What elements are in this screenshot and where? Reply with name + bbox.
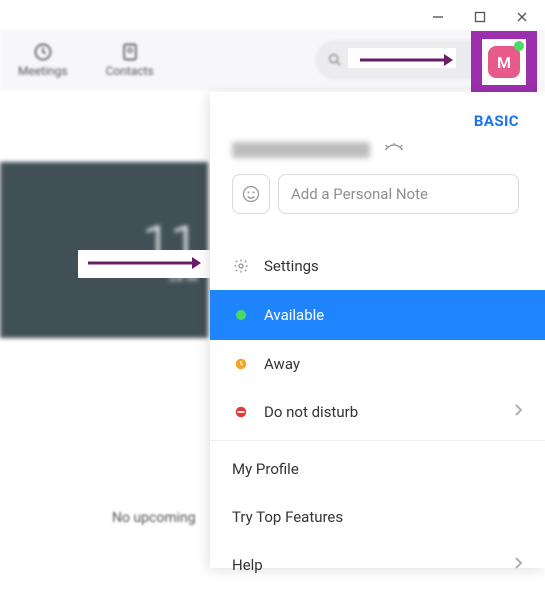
try-top-label: Try Top Features bbox=[232, 508, 343, 526]
status-dnd-label: Do not disturb bbox=[264, 403, 358, 421]
avatar-initial: M bbox=[497, 53, 511, 72]
menu-item-settings[interactable]: Settings bbox=[210, 242, 545, 290]
toolbar-contacts[interactable]: Contacts bbox=[106, 42, 154, 78]
status-away[interactable]: Away bbox=[210, 340, 545, 388]
status-away-label: Away bbox=[264, 355, 300, 373]
status-away-icon bbox=[232, 355, 250, 373]
status-dnd[interactable]: Do not disturb bbox=[210, 388, 545, 436]
window-close-button[interactable] bbox=[515, 10, 529, 24]
profile-avatar-button[interactable]: M bbox=[488, 46, 520, 78]
status-available[interactable]: Available bbox=[210, 290, 545, 340]
window-minimize-button[interactable] bbox=[431, 10, 445, 24]
settings-label: Settings bbox=[264, 257, 319, 275]
contacts-icon bbox=[120, 42, 140, 62]
window-maximize-button[interactable] bbox=[473, 10, 487, 24]
search-icon bbox=[327, 52, 343, 68]
toolbar-contacts-label: Contacts bbox=[106, 64, 154, 78]
chevron-right-icon bbox=[514, 556, 523, 574]
toolbar-meetings[interactable]: Meetings bbox=[18, 42, 68, 78]
clock-icon bbox=[33, 42, 53, 62]
status-dnd-icon bbox=[232, 403, 250, 421]
menu-item-try-top-features[interactable]: Try Top Features bbox=[210, 493, 545, 541]
presence-indicator-icon bbox=[514, 41, 524, 51]
chevron-right-icon bbox=[514, 403, 523, 421]
annotation-avatar-highlight: M bbox=[471, 31, 537, 93]
annotation-arrow-to-settings bbox=[86, 254, 201, 272]
annotation-arrow-to-avatar bbox=[358, 50, 453, 70]
menu-item-help[interactable]: Help bbox=[210, 541, 545, 589]
menu-item-my-profile[interactable]: My Profile bbox=[210, 445, 545, 493]
personal-note-input[interactable] bbox=[278, 174, 519, 214]
status-available-label: Available bbox=[264, 306, 324, 324]
account-tier-badge: BASIC bbox=[474, 112, 519, 130]
gear-icon bbox=[232, 257, 250, 275]
visibility-toggle-icon[interactable] bbox=[384, 143, 404, 157]
profile-dropdown-panel: BASIC Settings Available Away bbox=[210, 92, 545, 568]
my-profile-label: My Profile bbox=[232, 460, 299, 478]
help-label: Help bbox=[232, 556, 263, 574]
smiley-icon bbox=[241, 184, 261, 204]
toolbar-meetings-label: Meetings bbox=[18, 64, 68, 78]
menu-divider bbox=[210, 440, 545, 441]
account-email bbox=[232, 142, 370, 158]
no-upcoming-label: No upcoming bbox=[112, 510, 196, 526]
emoji-picker-button[interactable] bbox=[232, 174, 270, 214]
status-available-icon bbox=[232, 306, 250, 324]
